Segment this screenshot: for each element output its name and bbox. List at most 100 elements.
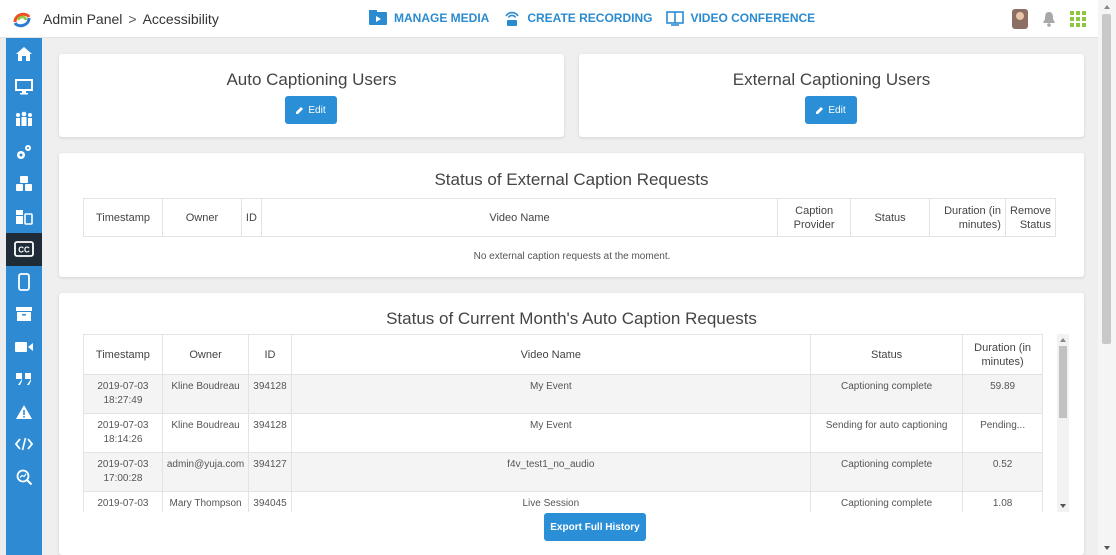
- breadcrumb-admin-panel[interactable]: Admin Panel: [43, 11, 122, 27]
- page-scroll-down-icon[interactable]: [1098, 543, 1116, 553]
- bell-icon[interactable]: [1042, 11, 1056, 27]
- apps-grid-icon[interactable]: [1070, 11, 1086, 27]
- home-icon: [16, 47, 32, 62]
- sidebar-item-archive[interactable]: [6, 298, 42, 331]
- external-captioning-edit-label: Edit: [828, 104, 846, 116]
- cell-video-name: My Event: [290, 413, 812, 453]
- pencil-icon: [296, 107, 304, 114]
- sidebar-item-alerts[interactable]: [6, 396, 42, 429]
- cell-status: Captioning complete: [810, 374, 964, 414]
- table-scrollbar[interactable]: [1057, 334, 1069, 512]
- table-row[interactable]: 2019-07-03 17:00:28 admin@yuja.com 39412…: [83, 452, 1043, 492]
- cell-video-name: My Event: [290, 374, 812, 414]
- auto-requests-title: Status of Current Month's Auto Caption R…: [386, 309, 757, 328]
- code-icon: [15, 438, 33, 451]
- column-caption-provider[interactable]: Caption Provider: [777, 198, 852, 237]
- media-devices-icon: [16, 209, 33, 225]
- sidebar-item-home[interactable]: [6, 38, 42, 71]
- auto-requests-card: Status of Current Month's Auto Caption R…: [59, 293, 1084, 555]
- manage-media-label: MANAGE MEDIA: [394, 11, 490, 25]
- video-conference-label: VIDEO CONFERENCE: [690, 11, 816, 25]
- column-id[interactable]: ID: [240, 198, 262, 237]
- video-conference-link[interactable]: VIDEO CONFERENCE: [666, 9, 815, 27]
- table-row[interactable]: 2019-07-03 18:27:49 Kline Boudreau 39412…: [83, 374, 1043, 414]
- cell-owner: Kline Boudreau: [161, 413, 250, 453]
- breadcrumb-accessibility: Accessibility: [142, 11, 219, 27]
- sidebar-item-users[interactable]: [6, 103, 42, 136]
- closed-caption-icon: CC: [14, 241, 34, 258]
- svg-text:CC: CC: [18, 246, 30, 255]
- external-captioning-title: External Captioning Users: [732, 70, 931, 89]
- external-captioning-edit-button[interactable]: Edit: [805, 96, 857, 124]
- sidebar-item-accessibility[interactable]: CC: [6, 233, 42, 266]
- export-full-history-button[interactable]: Export Full History: [544, 513, 646, 541]
- user-tools: [1012, 9, 1086, 29]
- book-open-icon: [666, 11, 685, 26]
- sidebar-item-developer[interactable]: [6, 428, 42, 461]
- cell-timestamp: 2019-07-03 17:00:28: [83, 452, 163, 492]
- top-bar: Admin Panel > Accessibility MANAGE MEDIA C…: [0, 0, 1116, 38]
- create-recording-link[interactable]: CREATE RECORDING: [503, 9, 652, 27]
- column-owner[interactable]: Owner: [161, 334, 250, 375]
- sidebar-item-mobile[interactable]: [6, 266, 42, 299]
- page-scroll-up-icon[interactable]: [1098, 2, 1116, 12]
- cubes-icon: [16, 176, 32, 192]
- cell-owner: Kline Boudreau: [161, 374, 250, 414]
- cell-duration: 0.52: [962, 452, 1043, 492]
- media-library-icon: [369, 10, 387, 25]
- avatar[interactable]: [1012, 9, 1028, 29]
- table-header-row: Timestamp Owner ID Video Name Status Dur…: [83, 334, 1043, 375]
- table-header-row: Timestamp Owner ID Video Name Caption Pr…: [83, 198, 1057, 237]
- app-logo-icon[interactable]: [12, 10, 32, 30]
- table-row[interactable]: 2019-07-03 Mary Thompson 394045 Live Ses…: [83, 491, 1043, 512]
- cell-video-name: f4v_test1_no_audio: [290, 452, 812, 492]
- create-recording-label: CREATE RECORDING: [527, 11, 653, 25]
- cell-timestamp: 2019-07-03 18:14:26: [83, 413, 163, 453]
- column-owner[interactable]: Owner: [161, 198, 242, 237]
- users-group-icon: [16, 111, 32, 127]
- scroll-thumb[interactable]: [1059, 346, 1067, 418]
- main-content: Auto Captioning Users Edit External Capt…: [42, 38, 1098, 555]
- sidebar-item-video[interactable]: [6, 331, 42, 364]
- scroll-down-arrow-icon[interactable]: [1057, 502, 1069, 510]
- auto-captioning-edit-label: Edit: [308, 104, 326, 116]
- cell-id: 394127: [248, 452, 292, 492]
- sidebar-item-devices[interactable]: [6, 201, 42, 234]
- sidebar-item-settings[interactable]: [6, 136, 42, 169]
- auto-requests-table-viewport[interactable]: Timestamp Owner ID Video Name Status Dur…: [83, 334, 1043, 512]
- video-camera-icon: [15, 341, 33, 352]
- page-scroll-thumb[interactable]: [1102, 14, 1111, 344]
- auto-captioning-edit-button[interactable]: Edit: [285, 96, 337, 124]
- cell-status: Captioning complete: [810, 452, 964, 492]
- sidebar-item-monitor[interactable]: [6, 71, 42, 104]
- column-duration[interactable]: Duration (in minutes): [929, 198, 1006, 237]
- column-duration[interactable]: Duration (in minutes): [962, 334, 1043, 375]
- sidebar-item-quotes[interactable]: [6, 363, 42, 396]
- column-status[interactable]: Status: [850, 198, 930, 237]
- sidebar-item-integrations[interactable]: [6, 168, 42, 201]
- column-video-name[interactable]: Video Name: [290, 334, 812, 375]
- column-timestamp[interactable]: Timestamp: [83, 198, 163, 237]
- gears-icon: [17, 144, 31, 159]
- external-requests-title: Status of External Caption Requests: [434, 170, 709, 189]
- table-row[interactable]: 2019-07-03 18:14:26 Kline Boudreau 39412…: [83, 413, 1043, 453]
- external-requests-table: Timestamp Owner ID Video Name Caption Pr…: [83, 198, 1057, 237]
- column-timestamp[interactable]: Timestamp: [83, 334, 163, 375]
- cell-duration: 1.08: [962, 491, 1043, 512]
- breadcrumb-separator: >: [128, 11, 137, 27]
- quote-icon: [16, 373, 31, 386]
- column-id[interactable]: ID: [248, 334, 292, 375]
- empty-state-message: No external caption requests at the mome…: [473, 251, 671, 262]
- scroll-up-arrow-icon[interactable]: [1057, 336, 1069, 344]
- cell-duration: 59.89: [962, 374, 1043, 414]
- column-remove-status[interactable]: Remove Status: [1004, 198, 1057, 237]
- manage-media-link[interactable]: MANAGE MEDIA: [368, 9, 489, 27]
- column-video-name[interactable]: Video Name: [260, 198, 779, 237]
- column-status[interactable]: Status: [810, 334, 964, 375]
- page-scrollbar[interactable]: [1098, 0, 1116, 555]
- top-navigation: MANAGE MEDIA CREATE RECORDING VIDEO CONF…: [368, 9, 815, 27]
- cell-owner: admin@yuja.com: [161, 452, 250, 492]
- warning-icon: [16, 404, 32, 419]
- cell-status: Sending for auto captioning: [810, 413, 964, 453]
- sidebar-item-analytics[interactable]: [6, 461, 42, 494]
